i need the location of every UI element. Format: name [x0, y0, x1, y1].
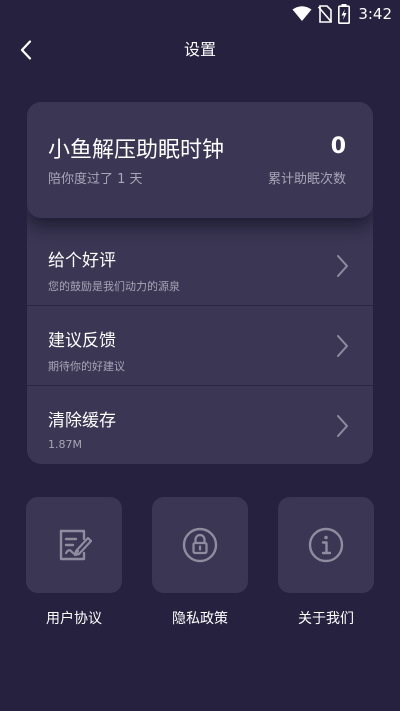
lock-icon	[182, 527, 218, 563]
app-summary-card: 小鱼解压助眠时钟 陪你度过了 1 天 0 累计助眠次数	[27, 102, 373, 218]
about-us-label: 关于我们	[298, 611, 354, 627]
agreement-icon	[59, 529, 92, 561]
sleep-aid-count-label: 累计助眠次数	[267, 172, 346, 187]
info-icon	[308, 527, 344, 563]
user-agreement-button[interactable]	[26, 497, 122, 593]
battery-charging-icon	[338, 4, 351, 24]
chevron-right-icon	[337, 255, 348, 277]
feedback-row[interactable]: 建议反馈 期待你的好建议	[27, 306, 373, 386]
days-accompanied: 陪你度过了 1 天	[48, 172, 143, 187]
back-button[interactable]	[10, 34, 42, 66]
chevron-right-icon	[337, 335, 348, 357]
clear-cache-row[interactable]: 清除缓存 1.87M	[27, 386, 373, 464]
rate-us-row[interactable]: 给个好评 您的鼓励是我们动力的源泉	[27, 226, 373, 306]
feedback-title: 建议反馈	[48, 331, 116, 351]
rate-us-subtitle: 您的鼓励是我们动力的源泉	[48, 280, 180, 293]
privacy-policy-label: 隐私政策	[172, 611, 228, 627]
wifi-icon	[292, 6, 312, 21]
page-title: 设置	[183, 40, 216, 59]
sleep-aid-count: 0	[330, 134, 346, 159]
nav-bar: 设置	[0, 28, 400, 72]
user-agreement-label: 用户协议	[46, 611, 102, 627]
status-bar: 3:42	[0, 0, 400, 28]
about-us-button[interactable]	[278, 497, 374, 593]
rate-us-title: 给个好评	[48, 251, 116, 271]
chevron-left-icon	[20, 40, 32, 60]
app-name: 小鱼解压助眠时钟	[48, 138, 225, 163]
cache-size: 1.87M	[48, 438, 82, 451]
chevron-right-icon	[337, 415, 348, 437]
privacy-policy-button[interactable]	[152, 497, 248, 593]
clear-cache-title: 清除缓存	[48, 411, 116, 431]
status-time: 3:42	[358, 5, 392, 23]
settings-panel: 小鱼解压助眠时钟 陪你度过了 1 天 0 累计助眠次数 给个好评 您的鼓励是我们…	[27, 102, 373, 464]
no-sim-icon	[318, 5, 333, 23]
feedback-subtitle: 期待你的好建议	[48, 360, 125, 373]
status-icons: 3:42	[292, 4, 392, 24]
